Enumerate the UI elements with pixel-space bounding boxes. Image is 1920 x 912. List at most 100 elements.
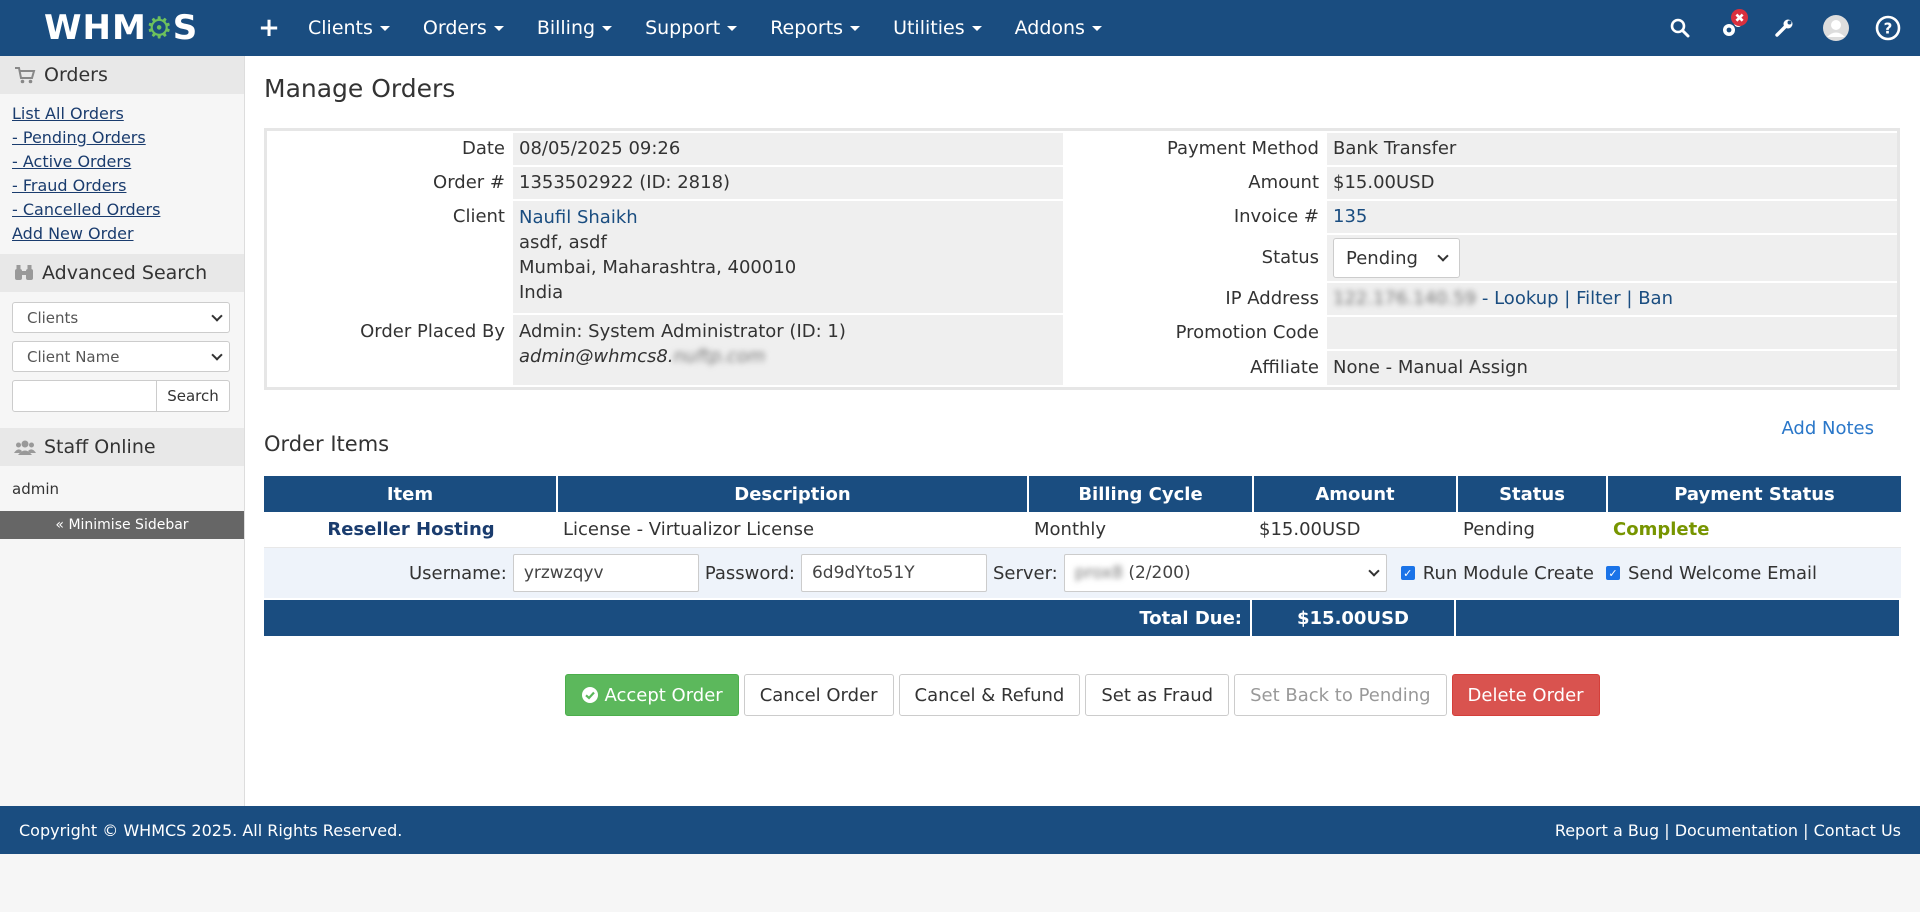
password-input[interactable]: 6d9dYto51Y [800, 554, 987, 592]
whmcs-logo[interactable]: WHM ⚙ S [0, 0, 244, 56]
add-new-icon[interactable]: + [250, 13, 288, 43]
sidebar-advanced-search-title: Advanced Search [42, 262, 208, 284]
sidebar-link-active-orders[interactable]: - Active Orders [12, 150, 232, 174]
sidebar-staff-online-header: Staff Online [0, 428, 244, 466]
sidebar-link-cancelled-orders[interactable]: - Cancelled Orders [12, 198, 232, 222]
nav-addons[interactable]: Addons [1015, 17, 1102, 39]
ip-divider: | [1626, 288, 1639, 309]
sidebar-link-add-new-order[interactable]: Add New Order [12, 222, 232, 246]
placed-by-admin: Admin: System Administrator (ID: 1) [519, 321, 846, 342]
nav-support[interactable]: Support [645, 17, 738, 39]
client-details: Naufil Shaikh asdf, asdf Mumbai, Maharas… [513, 201, 1063, 313]
chevron-down-icon [211, 348, 223, 361]
sidebar-link-pending-orders[interactable]: - Pending Orders [12, 126, 232, 150]
item-amount: $15.00USD [1259, 519, 1361, 540]
accept-order-button[interactable]: Accept Order [565, 674, 739, 716]
add-notes-link[interactable]: Add Notes [1781, 418, 1874, 439]
client-label: Client [452, 206, 505, 227]
sidebar-link-fraud-orders[interactable]: - Fraud Orders [12, 174, 232, 198]
summary-row-status: Status Pending [1063, 235, 1897, 281]
sidebar-search-button[interactable]: Search [157, 380, 230, 412]
nav-reports[interactable]: Reports [770, 17, 861, 39]
send-welcome-checkbox[interactable]: ✓ [1605, 566, 1620, 580]
password-label: Password: [704, 562, 795, 584]
summary-row-promo: Promotion Code [1063, 317, 1897, 349]
notification-badge: ✖ [1731, 9, 1748, 26]
check-circle-icon [582, 687, 599, 703]
run-module-checkbox[interactable]: ✓ [1400, 566, 1415, 580]
set-fraud-button[interactable]: Set as Fraud [1085, 674, 1230, 716]
automation-gears-icon[interactable]: ✖ [1706, 0, 1758, 56]
client-name-link[interactable]: Naufil Shaikh [519, 207, 638, 228]
search-field-select[interactable]: Client Name [12, 341, 230, 372]
ip-filter-link[interactable]: Filter [1576, 288, 1621, 309]
send-welcome-label: Send Welcome Email [1627, 562, 1818, 584]
username-input[interactable]: yrzwzqyv [512, 554, 699, 592]
col-description: Description [558, 476, 1027, 512]
username-label: Username: [409, 562, 507, 584]
set-pending-button[interactable]: Set Back to Pending [1234, 674, 1447, 716]
order-status-select[interactable]: Pending [1333, 238, 1460, 278]
logo-text-a: WHM [44, 8, 147, 48]
nav-utilities[interactable]: Utilities [893, 17, 982, 39]
nav-orders[interactable]: Orders [423, 17, 504, 39]
page-title: Manage Orders [264, 74, 456, 103]
placed-by-email: admin@whmcs8.nuftp.com [519, 344, 1063, 369]
amount-label: Amount [1248, 172, 1319, 193]
item-product-link[interactable]: Reseller Hosting [327, 519, 494, 540]
user-avatar-icon[interactable] [1810, 0, 1862, 56]
caret-icon [379, 25, 390, 31]
order-items-header: Item Description Billing Cycle Amount St… [264, 476, 1901, 512]
cancel-refund-button[interactable]: Cancel & Refund [898, 674, 1081, 716]
total-due-amount: $15.00USD [1252, 600, 1454, 636]
search-icon[interactable] [1654, 0, 1706, 56]
contact-us-link[interactable]: Contact Us [1814, 821, 1901, 840]
item-payment-status: Complete [1613, 519, 1710, 540]
col-item: Item [264, 476, 556, 512]
server-count: (2/200) [1128, 563, 1191, 583]
nav-billing-label: Billing [536, 17, 596, 39]
run-module-label: Run Module Create [1422, 562, 1594, 584]
chevron-down-icon [1437, 250, 1449, 262]
footer-copyright: Copyright © WHMCS 2025. All Rights Reser… [19, 820, 403, 840]
nav-clients[interactable]: Clients [308, 17, 390, 39]
invoice-label: Invoice # [1233, 206, 1319, 227]
sidebar-search-input[interactable] [12, 380, 157, 412]
summary-row-client: Client Naufil Shaikh asdf, asdf Mumbai, … [267, 201, 1063, 313]
summary-row-affiliate: Affiliate None - Manual Assign [1063, 351, 1897, 385]
help-icon[interactable]: ? [1862, 0, 1914, 56]
cancel-order-button[interactable]: Cancel Order [743, 674, 894, 716]
nav-reports-label: Reports [770, 17, 844, 39]
search-type-select[interactable]: Clients [12, 302, 230, 333]
invoice-link[interactable]: 135 [1333, 206, 1367, 227]
report-bug-link[interactable]: Report a Bug [1555, 821, 1659, 840]
date-label: Date [461, 138, 505, 159]
delete-order-button[interactable]: Delete Order [1451, 674, 1600, 716]
affiliate-value[interactable]: None - Manual Assign [1327, 351, 1897, 385]
order-items-table: Item Description Billing Cycle Amount St… [264, 476, 1901, 636]
ip-lookup-link[interactable]: Lookup [1494, 288, 1558, 309]
sidebar-link-list-all-orders[interactable]: List All Orders [12, 102, 232, 126]
footer-links: Report a Bug | Documentation | Contact U… [1555, 821, 1901, 840]
client-address-line-2: Mumbai, Maharashtra, 400010 [519, 257, 797, 278]
ip-divider: | [1564, 288, 1577, 309]
sidebar-staff-online-title: Staff Online [44, 436, 156, 458]
footer: Copyright © WHMCS 2025. All Rights Reser… [0, 806, 1920, 854]
logo-text-b: S [172, 8, 199, 48]
svg-text:?: ? [1884, 20, 1893, 38]
staff-online-name: admin [12, 480, 59, 498]
server-label: Server: [992, 562, 1058, 584]
sidebar: Orders List All Orders - Pending Orders … [0, 56, 245, 806]
client-address-line-1: asdf, asdf [519, 232, 607, 253]
ip-ban-link[interactable]: Ban [1638, 288, 1673, 309]
documentation-link[interactable]: Documentation [1675, 821, 1798, 840]
wrench-icon[interactable] [1758, 0, 1810, 56]
minimise-sidebar-button[interactable]: « Minimise Sidebar [0, 511, 244, 539]
col-status: Status [1458, 476, 1606, 512]
logo-gear-icon: ⚙ [145, 10, 174, 46]
nav-billing[interactable]: Billing [536, 17, 613, 39]
server-select[interactable]: prox8 (2/200) [1063, 554, 1387, 592]
server-name-blurred: prox8 [1074, 563, 1123, 583]
col-amount: Amount [1254, 476, 1456, 512]
caret-icon [850, 25, 861, 31]
